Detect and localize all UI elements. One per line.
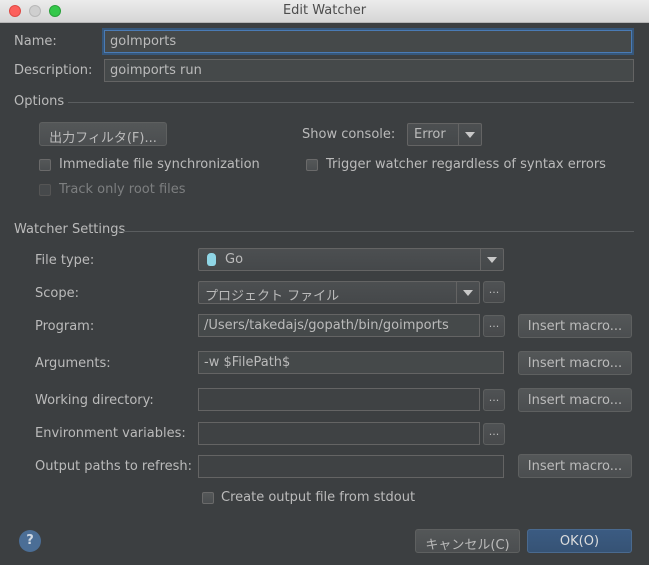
ok-button[interactable]: OK(O) [527,529,632,553]
immediate-sync-checkbox[interactable] [39,159,51,171]
show-console-select[interactable]: Error [407,123,482,146]
file-type-select[interactable]: Go [198,248,504,271]
chevron-down-icon [480,249,503,270]
arguments-input[interactable]: -w $FilePath$ [198,351,504,374]
name-input[interactable]: goImports [104,30,632,53]
file-type-value: Go [225,252,244,267]
arguments-label: Arguments: [35,356,111,371]
window-title: Edit Watcher [282,3,367,18]
output-paths-input[interactable] [198,455,504,478]
description-input[interactable]: goimports run [104,59,634,82]
options-section-title: Options [14,94,65,109]
watcher-settings-section-title: Watcher Settings [14,222,126,237]
show-console-value: Error [414,127,446,142]
watcher-settings-divider [117,231,634,232]
scope-select[interactable]: プロジェクト ファイル [198,281,480,304]
scope-label: Scope: [35,286,79,301]
program-insert-macro-button[interactable]: Insert macro... [518,314,632,338]
cancel-button[interactable]: キャンセル(C) [415,529,520,553]
title-bar: Edit Watcher [0,0,649,23]
create-output-label: Create output file from stdout [221,490,416,505]
output-paths-insert-macro-button[interactable]: Insert macro... [518,454,632,478]
name-label: Name: [14,34,57,49]
show-console-label: Show console: [302,127,396,142]
output-filter-button[interactable]: 出力フィルタ(F)... [39,122,167,146]
environment-variables-browse-button[interactable]: ... [483,423,505,445]
chevron-down-icon [456,282,479,303]
scope-value: プロジェクト ファイル [205,289,340,304]
arguments-insert-macro-button[interactable]: Insert macro... [518,351,632,375]
create-output-checkbox[interactable] [202,492,214,504]
working-directory-label: Working directory: [35,393,154,408]
description-label: Description: [14,63,93,78]
track-root-label: Track only root files [59,182,186,197]
immediate-sync-label: Immediate file synchronization [59,157,260,172]
trigger-watcher-label: Trigger watcher regardless of syntax err… [326,157,606,172]
file-type-label: File type: [35,253,95,268]
program-browse-button[interactable]: ... [483,315,505,337]
environment-variables-input[interactable] [198,422,480,445]
scope-browse-button[interactable]: ... [483,281,505,303]
chevron-down-icon [458,124,481,145]
options-divider [68,102,634,103]
trigger-watcher-checkbox[interactable] [306,159,318,171]
help-icon[interactable]: ? [19,530,41,552]
gopher-icon [207,253,216,266]
working-directory-insert-macro-button[interactable]: Insert macro... [518,388,632,412]
program-input[interactable]: /Users/takedajs/gopath/bin/goimports [198,314,480,337]
working-directory-input[interactable] [198,388,480,411]
environment-variables-label: Environment variables: [35,426,186,441]
program-label: Program: [35,319,95,334]
track-root-checkbox[interactable] [39,184,51,196]
output-paths-label: Output paths to refresh: [35,459,193,474]
working-directory-browse-button[interactable]: ... [483,389,505,411]
